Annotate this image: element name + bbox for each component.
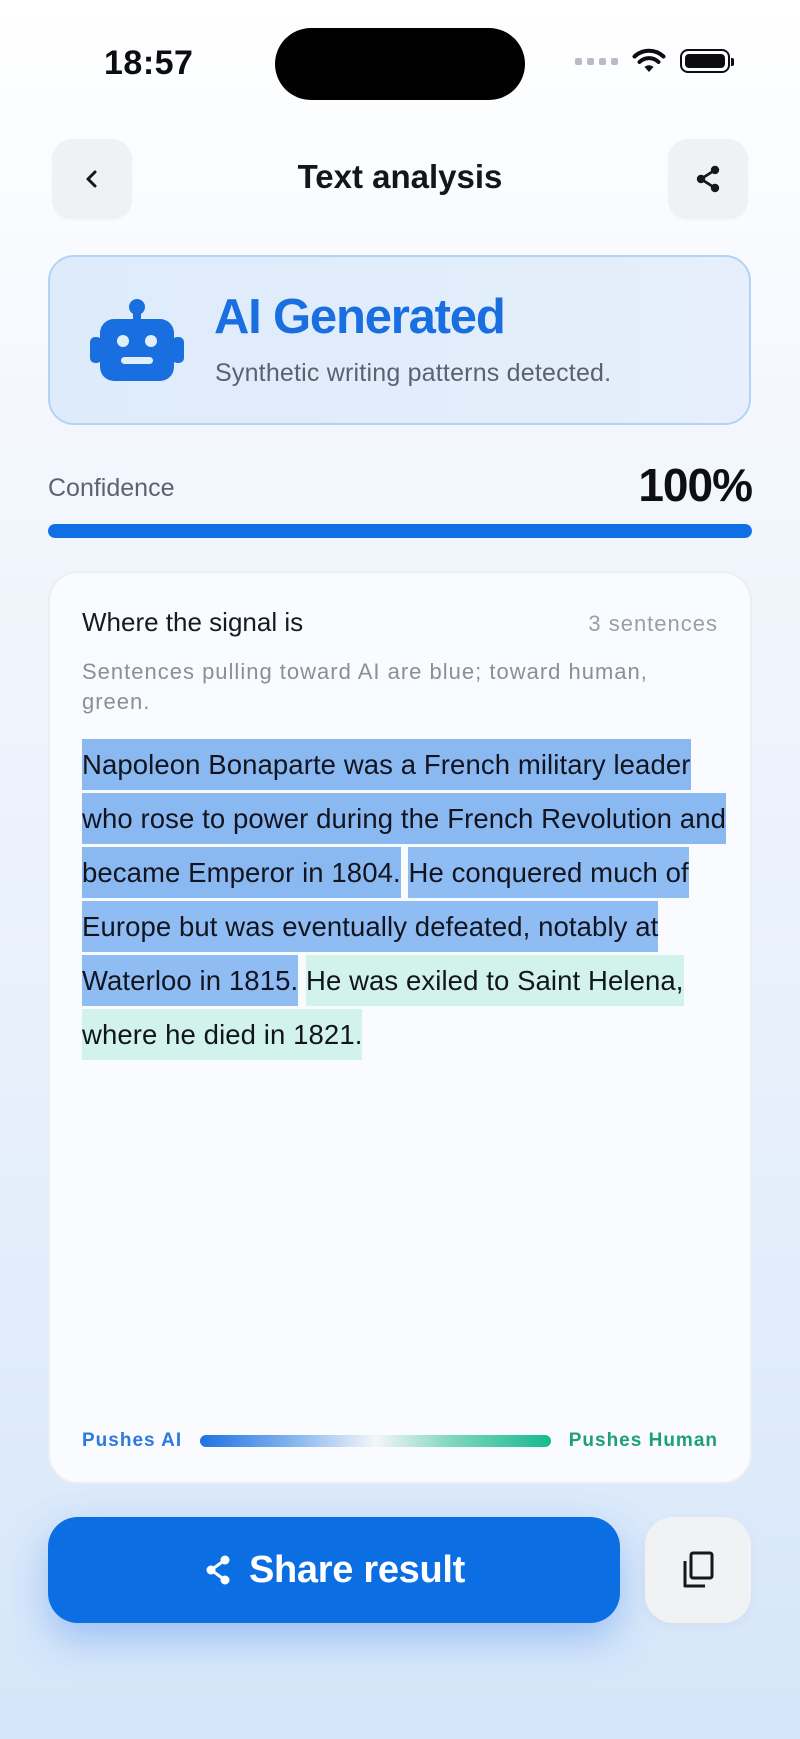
signal-description: Sentences pulling toward AI are blue; to…	[82, 659, 648, 714]
sentence-count: 3 sentences	[588, 611, 718, 636]
status-time: 18:57	[104, 44, 194, 82]
confidence-label: Confidence	[48, 474, 175, 502]
copy-icon	[683, 1551, 714, 1588]
wifi-icon	[632, 48, 666, 72]
dynamic-island	[275, 28, 525, 100]
verdict-card: AI Generated Synthetic writing patterns …	[48, 255, 751, 425]
cellular-signal-icon	[575, 57, 618, 65]
highlighted-text: Napoleon Bonaparte was a French military…	[82, 738, 730, 1062]
confidence-value: 100%	[638, 459, 753, 511]
share-result-button[interactable]: Share result	[48, 1517, 620, 1623]
battery-icon	[680, 49, 734, 73]
verdict-subtitle: Synthetic writing patterns detected.	[215, 359, 612, 387]
share-icon	[206, 1555, 230, 1585]
legend-human-label: Pushes Human	[568, 1430, 718, 1451]
share-icon	[696, 165, 720, 193]
legend-ai-label: Pushes AI	[82, 1430, 183, 1451]
signal-card: Where the signal is 3 sentences Sentence…	[48, 571, 752, 1484]
legend-gradient-bar	[200, 1435, 551, 1447]
signal-legend: Pushes AI Pushes Human	[82, 1426, 718, 1456]
share-result-label: Share result	[248, 1548, 466, 1591]
signal-title: Where the signal is	[82, 607, 304, 637]
confidence-bar-fill	[48, 524, 752, 538]
copy-button[interactable]	[645, 1517, 751, 1623]
robot-icon	[90, 299, 184, 381]
share-button[interactable]	[668, 139, 748, 219]
status-icons	[575, 48, 734, 74]
verdict-title: AI Generated	[214, 290, 506, 344]
confidence-bar	[48, 524, 752, 538]
status-bar: 18:57	[0, 0, 800, 130]
